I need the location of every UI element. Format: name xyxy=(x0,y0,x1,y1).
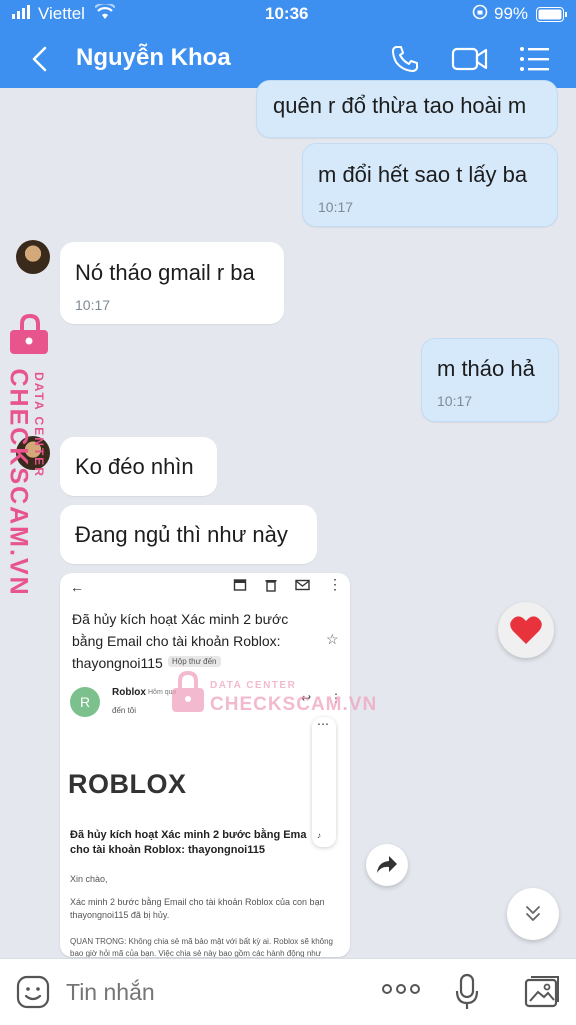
message-bubble-sent[interactable]: m đổi hết sao t lấy ba 10:17 xyxy=(302,143,558,227)
microphone-icon[interactable] xyxy=(455,973,479,1016)
email-more-icon: ⋮ xyxy=(328,576,342,592)
wifi-icon xyxy=(94,2,116,25)
message-input[interactable] xyxy=(64,973,358,1011)
more-options-icon[interactable] xyxy=(381,979,421,1004)
email-recipient: đến tôi xyxy=(112,706,137,715)
email-greeting: Xin chào, xyxy=(70,874,108,884)
forward-icon xyxy=(376,855,398,880)
message-bubble-received[interactable]: Nó tháo gmail r ba 10:17 xyxy=(60,242,284,324)
clock: 10:36 xyxy=(265,4,309,23)
email-sender-avatar: R xyxy=(70,687,100,717)
email-back-arrow-icon: ← xyxy=(70,579,84,595)
signal-icon xyxy=(12,4,34,24)
watermark-subtext: DATA CENTER xyxy=(210,680,297,691)
message-text: quên r đổ thừa tao hoài m xyxy=(273,93,527,118)
message-time: 10:17 xyxy=(75,297,111,313)
message-input-bar xyxy=(0,958,576,1025)
heart-icon xyxy=(509,614,543,651)
email-important-line: bao giờ hỏi mã của bạn. Việc chia sẻ này… xyxy=(70,949,322,957)
message-time: 10:17 xyxy=(318,199,354,215)
email-body-line: Xác minh 2 bước bằng Email cho tài khoản… xyxy=(70,897,325,907)
battery-percent: 99% xyxy=(494,4,529,23)
contact-avatar[interactable] xyxy=(16,240,50,274)
message-bubble-sent[interactable]: quên r đổ thừa tao hoài m xyxy=(256,80,558,138)
email-subject-line: thayongnoi115 xyxy=(72,655,163,671)
watermark-text: CHECKSCAM.VN xyxy=(4,368,33,597)
email-subject-line: Đã hủy kích hoạt Xác minh 2 bước xyxy=(72,611,289,627)
watermark-center: DATA CENTER CHECKSCAM.VN xyxy=(170,670,376,720)
message-time: 10:17 xyxy=(437,393,473,409)
email-star-icon: ☆ xyxy=(326,631,339,647)
message-text: Đang ngủ thì như này xyxy=(75,522,288,547)
message-text: Ko đéo nhìn xyxy=(75,454,194,479)
email-mail-icon xyxy=(295,578,310,597)
image-gallery-icon[interactable] xyxy=(524,975,560,1014)
carrier-label: Viettel xyxy=(38,4,85,23)
forward-button[interactable] xyxy=(366,844,408,886)
email-body-line: thayongnoi115 đã bị hủy. xyxy=(70,910,170,920)
chat-header: Viettel 10:36 99% Nguyễn Khoa xyxy=(0,0,576,88)
battery-icon xyxy=(536,7,568,27)
reaction-heart-button[interactable] xyxy=(498,602,554,658)
email-screenshot-image[interactable]: ← ⋮ Đã hủy kích hoạt Xác minh 2 bước bằn… xyxy=(60,573,350,957)
double-chevron-down-icon xyxy=(523,904,543,929)
email-archive-icon xyxy=(233,578,247,597)
email-trash-icon xyxy=(264,578,278,597)
email-heading-line: Đã hủy kích hoạt Xác minh 2 bước bằng Em… xyxy=(70,829,307,841)
email-heading-line: cho tài khoản Roblox: thayongnoi115 xyxy=(70,844,265,856)
orientation-lock-icon xyxy=(472,4,488,25)
video-call-icon[interactable] xyxy=(451,45,489,78)
lock-icon xyxy=(170,670,206,719)
message-bubble-received[interactable]: Đang ngủ thì như này xyxy=(60,505,317,564)
watermark-text: CHECKSCAM.VN xyxy=(210,694,378,715)
watermark-left: CHECKSCAM.VN DATA CENTER xyxy=(5,313,62,597)
watermark-subtext: DATA CENTER xyxy=(32,372,46,478)
message-bubble-received[interactable]: Ko đéo nhìn xyxy=(60,437,217,496)
email-sender: Roblox xyxy=(112,687,146,698)
email-side-panel: ⋯ ♪ xyxy=(312,717,336,847)
emoji-icon[interactable] xyxy=(16,975,50,1014)
back-icon[interactable] xyxy=(28,44,52,79)
roblox-logo: ROBLOX xyxy=(68,769,187,799)
contact-name[interactable]: Nguyễn Khoa xyxy=(76,44,231,72)
scroll-down-button[interactable] xyxy=(507,888,559,940)
email-audio-icon: ♪ xyxy=(317,831,321,840)
lock-icon xyxy=(8,313,62,361)
message-text: m đổi hết sao t lấy ba xyxy=(318,162,528,187)
email-label-badge: Hộp thư đến xyxy=(168,656,221,667)
message-text: Nó tháo gmail r ba xyxy=(75,260,255,285)
menu-icon[interactable] xyxy=(519,46,551,77)
message-bubble-sent[interactable]: m tháo hả 10:17 xyxy=(421,338,559,422)
phone-icon[interactable] xyxy=(390,44,420,79)
message-text: m tháo hả xyxy=(437,356,535,381)
email-subject-line: bằng Email cho tài khoản Roblox: xyxy=(72,633,281,649)
